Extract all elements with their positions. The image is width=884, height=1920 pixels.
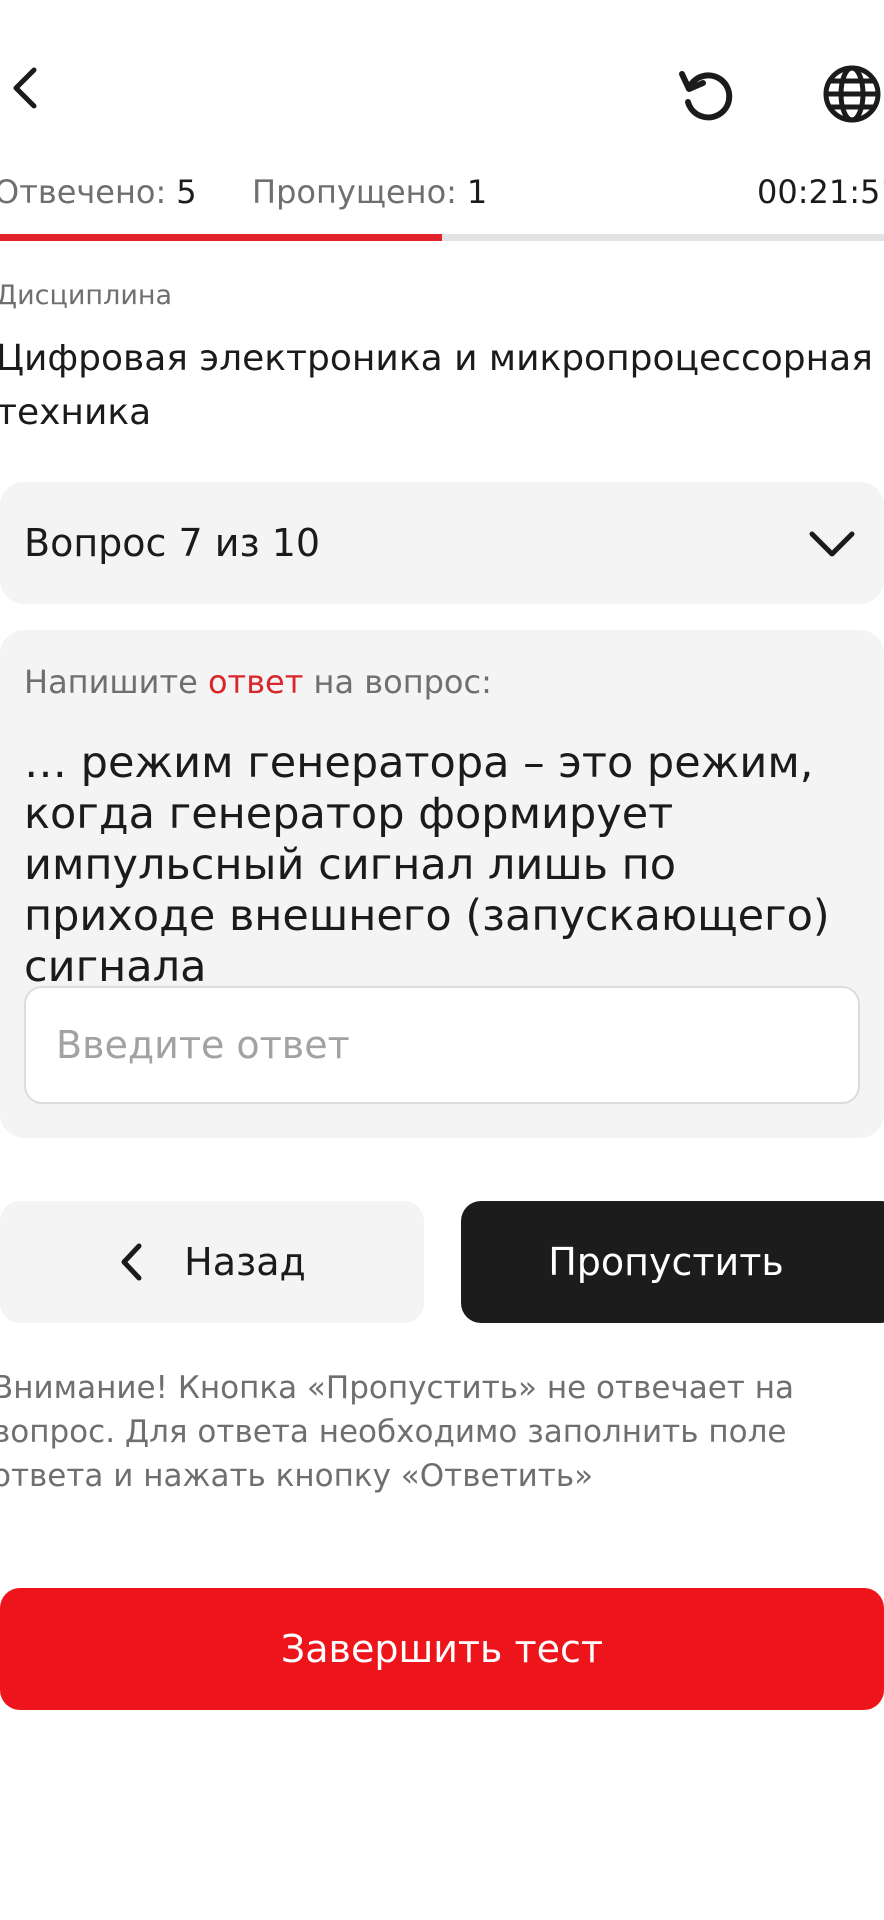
- prompt-text-after: на вопрос:: [303, 663, 492, 701]
- chevron-down-icon: [808, 526, 856, 562]
- progress-fill: [0, 234, 442, 241]
- prompt-text-before: Напишите: [24, 663, 208, 701]
- timer: 00:21:51: [757, 173, 884, 211]
- globe-icon[interactable]: [820, 62, 884, 126]
- discipline-label: Дисциплина: [0, 280, 173, 311]
- skipped-label: Пропущено:: [252, 173, 457, 211]
- skip-button[interactable]: Пропустить: [461, 1201, 884, 1323]
- skip-button-label: Пропустить: [548, 1240, 784, 1284]
- refresh-icon[interactable]: [676, 62, 740, 126]
- prompt-accent-word: ответ: [207, 663, 304, 701]
- question-card: Напишите ответ на вопрос: … режим генера…: [0, 630, 884, 1138]
- discipline-value: Цифровая электроника и микропроцессорная…: [0, 338, 873, 433]
- skipped-counter: Пропущено: 1: [252, 172, 487, 212]
- back-button-label: Назад: [184, 1240, 306, 1284]
- question-text: … режим генератора – это режим, когда ге…: [24, 738, 830, 992]
- finish-test-button[interactable]: Завершить тест: [0, 1588, 884, 1710]
- question-counter: Вопрос 7 из 10: [24, 521, 321, 565]
- question-prompt: Напишите ответ на вопрос:: [24, 660, 492, 704]
- progress-bar: [0, 234, 884, 241]
- answered-label: Отвечено:: [0, 173, 167, 211]
- answer-input[interactable]: [24, 986, 860, 1104]
- answered-counter: Отвечено: 5: [0, 172, 197, 212]
- question-selector[interactable]: Вопрос 7 из 10: [0, 482, 884, 604]
- chevron-left-icon: [118, 1242, 144, 1282]
- skip-warning: Внимание! Кнопка «Пропустить» не отвечае…: [0, 1370, 794, 1494]
- skipped-value: 1: [466, 173, 488, 211]
- back-button[interactable]: Назад: [0, 1201, 424, 1323]
- back-icon[interactable]: [8, 64, 40, 112]
- answered-value: 5: [176, 173, 197, 211]
- finish-button-label: Завершить тест: [280, 1627, 604, 1671]
